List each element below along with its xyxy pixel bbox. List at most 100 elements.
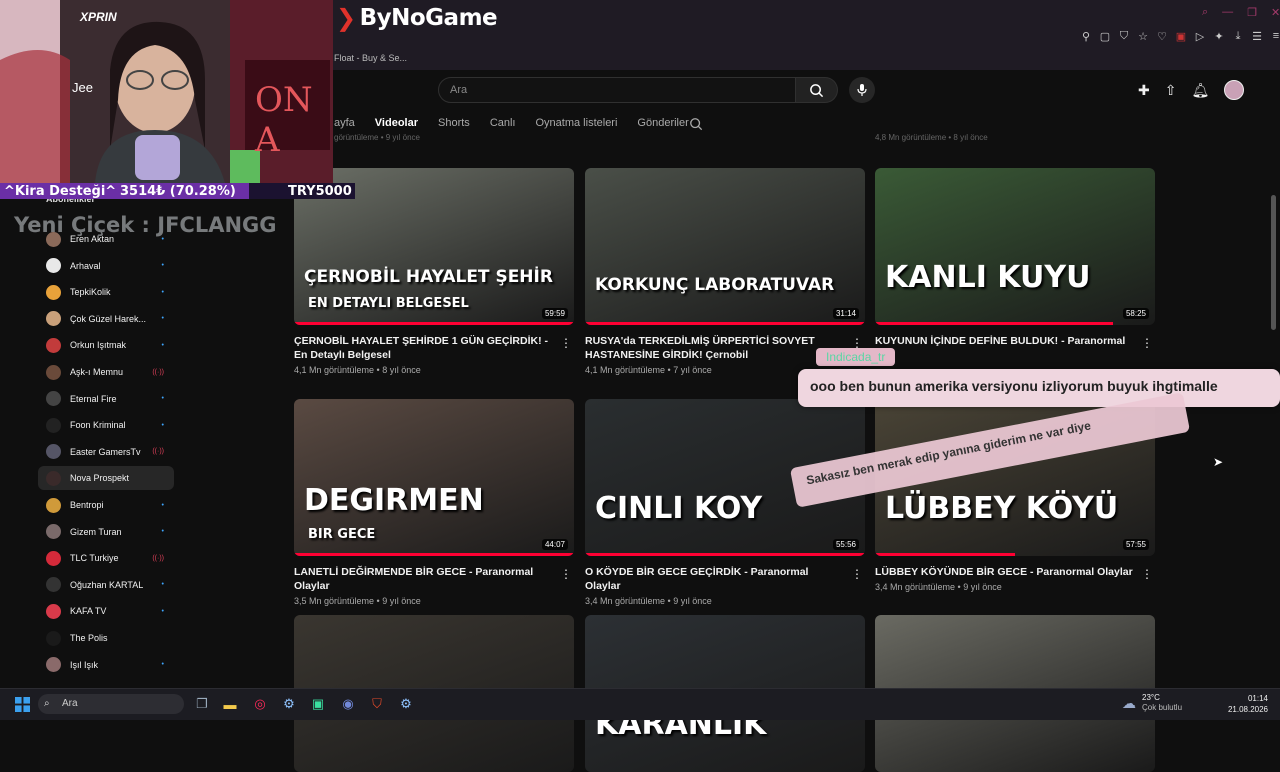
reading-list-icon[interactable]: ☰ bbox=[1251, 30, 1263, 43]
bynogame-logo[interactable]: ❯ ByNoGame bbox=[336, 4, 498, 32]
steam-icon[interactable]: ⚙ bbox=[279, 694, 299, 714]
puzzle-icon[interactable]: ✦ bbox=[1213, 30, 1225, 43]
video-card[interactable]: KORKUNÇ LABORATUVAR 31:14 RUSYA'da TERKEDİ… bbox=[585, 168, 865, 375]
discord-icon[interactable]: ◉ bbox=[338, 694, 358, 714]
thumbnail-title-text: ÇERNOBİL HAYALET ŞEHİR bbox=[304, 267, 553, 287]
sidebar-channel-item[interactable]: Aşk-ı Memnu ((·)) bbox=[38, 360, 174, 384]
sidebar-channel-item[interactable]: Bentropi • bbox=[38, 493, 174, 517]
video-duration: 58:25 bbox=[1122, 308, 1149, 319]
more-options-icon[interactable]: ⋮ bbox=[560, 567, 572, 581]
channel-avatar bbox=[46, 577, 61, 593]
video-duration: 55:56 bbox=[832, 539, 859, 550]
sidebar-channel-item[interactable]: Gizem Turan • bbox=[38, 520, 174, 544]
more-options-icon[interactable]: ⋮ bbox=[560, 336, 572, 350]
sidebar-channel-item[interactable]: Foon Kriminal • bbox=[38, 413, 174, 437]
sidebar-channel-item[interactable]: Oğuzhan KARTAL • bbox=[38, 573, 174, 597]
search-input[interactable]: Ara bbox=[438, 77, 796, 103]
new-content-dot: • bbox=[161, 661, 164, 669]
taskbar-search[interactable]: Ara bbox=[38, 694, 184, 714]
sidebar-channel-item[interactable]: Arhaval • bbox=[38, 254, 174, 278]
windows-start-icon[interactable] bbox=[12, 694, 32, 714]
bookmark-float[interactable]: Float - Buy & Se... bbox=[334, 53, 407, 63]
sidebar-channel-item[interactable]: KAFA TV • bbox=[38, 599, 174, 623]
video-card[interactable]: DEGIRMEN BIR GECE 44:07 LANETLİ DEĞİRMENDE … bbox=[294, 399, 574, 606]
video-card[interactable]: KANLI KUYU 58:25 KUYUNUN İÇİNDE DEFİNE BUL… bbox=[875, 168, 1155, 350]
bell-icon[interactable]: 🔔︎ bbox=[1191, 82, 1209, 99]
sidebar-channel-item[interactable]: TLC Turkiye ((·)) bbox=[38, 546, 174, 570]
scrollbar[interactable] bbox=[1271, 195, 1276, 330]
thumbnail-subtitle-text: BIR GECE bbox=[308, 527, 376, 542]
sidebar-channel-item[interactable]: The Polis bbox=[38, 626, 174, 650]
security-app-icon[interactable]: ⛉ bbox=[367, 694, 387, 714]
task-view-icon[interactable]: ❐ bbox=[192, 694, 212, 714]
video-card[interactable]: ÇERNOBİL HAYALET ŞEHİR EN DETAYLI BELGESE… bbox=[294, 168, 574, 375]
opera-gx-icon[interactable]: ◎ bbox=[250, 694, 270, 714]
upload-icon[interactable]: ⇧ bbox=[1165, 82, 1177, 99]
tab-2[interactable]: Shorts bbox=[438, 117, 470, 129]
new-content-dot: • bbox=[161, 288, 164, 296]
channel-name: Orkun Işıtmak bbox=[70, 340, 127, 351]
sidebar-channel-item[interactable]: Eternal Fire • bbox=[38, 387, 174, 411]
sidebar-channel-item[interactable]: Işıl Işık • bbox=[38, 653, 174, 677]
whatsapp-icon[interactable]: ▣ bbox=[308, 694, 328, 714]
tab-3[interactable]: Canlı bbox=[490, 117, 516, 129]
sidebar-channel-item[interactable]: TepkiKolik • bbox=[38, 280, 174, 304]
video-duration: 59:59 bbox=[541, 308, 568, 319]
shield-icon[interactable]: ⛉ bbox=[1118, 30, 1130, 43]
minimize-icon[interactable]: — bbox=[1222, 6, 1233, 19]
channel-search-icon[interactable] bbox=[689, 117, 703, 131]
more-options-icon[interactable]: ⋮ bbox=[1141, 336, 1153, 350]
more-options-icon[interactable]: ⋮ bbox=[1141, 567, 1153, 581]
live-indicator-icon: ((·)) bbox=[152, 368, 164, 376]
video-title[interactable]: LÜBBEY KÖYÜNDE BİR GECE - Paranormal Ola… bbox=[875, 565, 1135, 579]
square-icon[interactable]: ▢ bbox=[1099, 30, 1111, 43]
channel-name: Foon Kriminal bbox=[70, 420, 126, 431]
star-icon[interactable]: ☆ bbox=[1137, 30, 1149, 43]
maximize-icon[interactable]: ❐ bbox=[1247, 6, 1257, 19]
video-title[interactable]: LANETLİ DEĞİRMENDE BİR GECE - Paranormal… bbox=[294, 565, 554, 593]
taskbar-clock[interactable]: 01:14 21.08.2026 bbox=[1226, 693, 1268, 715]
download-icon[interactable]: ⤓ bbox=[1232, 30, 1244, 43]
weather-widget[interactable]: ☁ 23°C Çok bulutlu bbox=[1122, 693, 1182, 713]
video-title[interactable]: KUYUNUN İÇİNDE DEFİNE BULDUK! - Paranorm… bbox=[875, 334, 1135, 348]
close-icon[interactable]: ✕ bbox=[1271, 6, 1280, 19]
sidebar-channel-item[interactable]: Çok Güzel Harek... • bbox=[38, 307, 174, 331]
tab-5[interactable]: Gönderiler bbox=[637, 117, 688, 129]
tab-4[interactable]: Oynatma listeleri bbox=[536, 117, 618, 129]
video-meta: 3,4 Mn görüntüleme • 9 yıl önce bbox=[875, 582, 1002, 592]
tab-1[interactable]: Videolar bbox=[375, 117, 418, 129]
extension-icon[interactable]: ▣ bbox=[1175, 30, 1187, 43]
header-actions: ✚ ⇧ 🔔︎ bbox=[1138, 80, 1245, 100]
pin-icon[interactable]: ⚲ bbox=[1080, 30, 1092, 43]
video-title[interactable]: RUSYA'da TERKEDİLMİŞ ÜRPERTİCİ SOVYET HA… bbox=[585, 334, 845, 362]
voice-search-button[interactable] bbox=[849, 77, 875, 103]
sidebar-channel-item[interactable]: Orkun Işıtmak • bbox=[38, 333, 174, 357]
heart-icon[interactable]: ♡ bbox=[1156, 30, 1168, 43]
new-content-dot: • bbox=[161, 262, 164, 270]
search-icon[interactable]: ⌕ bbox=[1202, 6, 1208, 19]
channel-avatar bbox=[46, 364, 61, 380]
sidebar-channel-item[interactable]: Nova Prospekt bbox=[38, 466, 174, 491]
avatar[interactable] bbox=[1224, 80, 1245, 100]
create-icon[interactable]: ✚ bbox=[1138, 82, 1150, 99]
watch-progress-bar bbox=[875, 553, 1015, 556]
menu-icon[interactable]: ≡ bbox=[1270, 30, 1280, 43]
steam-alt-icon[interactable]: ⚙ bbox=[396, 694, 416, 714]
more-options-icon[interactable]: ⋮ bbox=[851, 567, 863, 581]
video-title[interactable]: O KÖYDE BİR GECE GEÇİRDİK - Paranormal O… bbox=[585, 565, 845, 593]
tab-0[interactable]: ayfa bbox=[334, 117, 355, 129]
file-explorer-icon[interactable]: ▬ bbox=[220, 694, 240, 714]
channel-avatar bbox=[46, 284, 61, 300]
previous-row-meta: 4,8 Mn görüntüleme • 8 yıl önce bbox=[875, 133, 988, 142]
subscriptions-sidebar: Abonelikler Eren Aktan • Arhaval • TepkiKolik… bbox=[30, 190, 180, 685]
video-thumbnail[interactable]: KANLI KUYU 58:25 bbox=[875, 168, 1155, 325]
play-icon[interactable]: ▷ bbox=[1194, 30, 1206, 43]
video-thumbnail[interactable]: KORKUNÇ LABORATUVAR 31:14 bbox=[585, 168, 865, 325]
temperature: 23°C bbox=[1142, 693, 1160, 702]
video-title[interactable]: ÇERNOBİL HAYALET ŞEHİRDE 1 GÜN GEÇİRDİK!… bbox=[294, 334, 554, 362]
webcam-overlay: XPRIN Jee ON A bbox=[0, 0, 333, 183]
sidebar-channel-item[interactable]: Easter GamersTv ((·)) bbox=[38, 440, 174, 464]
live-indicator-icon: ((·)) bbox=[152, 448, 164, 456]
search-button[interactable] bbox=[796, 77, 838, 103]
video-thumbnail[interactable]: DEGIRMEN BIR GECE 44:07 bbox=[294, 399, 574, 556]
